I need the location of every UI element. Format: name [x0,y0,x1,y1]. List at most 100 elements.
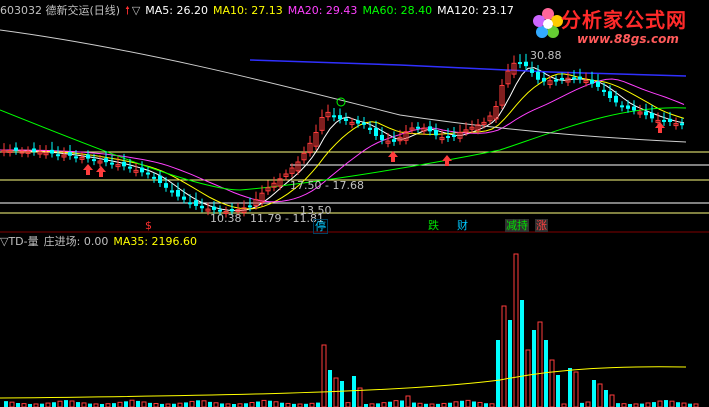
volume-bar [592,380,596,407]
candle-body [152,176,156,179]
candle-body [542,77,546,82]
candle-body [110,162,114,165]
volume-bar [208,401,212,407]
volume-bar [537,321,543,407]
volume-bar [280,402,284,407]
volume-bar [52,402,56,407]
volume-bar [652,402,656,407]
volume-bar [609,394,615,407]
ma35-label: MA35: 2196.60 [113,235,198,248]
volume-bar [388,401,392,407]
candle-body [140,167,144,173]
volume-bar [568,368,572,407]
candle-body [14,147,18,151]
ma60-line [0,107,687,191]
flower-logo-icon [533,8,563,38]
candle-body [662,119,666,122]
volume-bar [333,377,339,407]
volume-bar [460,400,464,407]
badge-rise[interactable]: 涨 [535,219,548,232]
range-label-1: 17.50 - 17.68 [290,179,364,192]
volume-bar [676,402,680,407]
volume-bar [256,401,260,407]
volume-bar [688,403,692,407]
volume-bar [580,402,584,407]
volume-bar [405,395,411,407]
candle-body [164,183,168,188]
candle-body [92,159,96,162]
candlestick-chart[interactable] [0,0,709,407]
candle-body [536,71,540,80]
badge-finance[interactable]: 财 [456,219,469,232]
volume-bar [544,340,548,407]
buy-arrow-icon [442,155,452,166]
volume-bar [4,401,8,407]
range-label-3: 13.50 [300,204,332,217]
volume-bar [664,400,668,407]
candle-body [50,149,54,154]
candle-body [644,111,648,116]
volume-bar [273,401,279,407]
volume-bar [417,402,423,407]
volume-bar [352,376,356,407]
volume-bar [453,401,459,407]
candle-body [416,126,420,129]
volume-bar [549,359,555,407]
volume-bar [484,403,488,407]
badge-reduce[interactable]: 减持 [505,219,529,232]
volume-title[interactable]: ▽TD-量 [0,235,39,248]
volume-bar [249,401,255,407]
volume-bar [261,399,267,407]
buy-arrow-icon [96,166,106,177]
stock-chart-window: 603032 德新交运(日线) 🠕 ▽ MA5: 26.20 MA10: 27.13 MA… [0,0,709,407]
candle-body [524,61,528,67]
candle-body [608,91,612,98]
candle-body [128,166,132,169]
candle-body [188,202,192,205]
volume-bar [520,300,524,407]
volume-bar [321,344,327,407]
volume-bar [501,305,507,407]
candle-body [380,134,384,141]
volume-header: ▽TD-量 庄进场: 0.00 MA35: 2196.60 [0,235,202,249]
volume-bar [9,401,15,407]
candle-body [620,105,624,108]
candle-body [362,122,366,125]
candle-body [122,161,126,167]
badge-suspend[interactable]: 停 [313,219,328,234]
candle-body [344,118,348,121]
candle-body [368,127,372,130]
volume-bar [441,402,447,407]
candle-body [602,89,606,92]
candle-body [560,77,564,80]
volume-bar [532,330,536,407]
volume-bar [213,402,219,407]
watermark-title: 分析家公式网 [561,8,687,32]
volume-bar [81,402,87,407]
volume-bar [376,403,380,407]
volume-bar [112,403,116,407]
volume-bar [88,403,92,407]
volume-bar [57,400,63,407]
watermark-url: www.88gs.com [577,32,679,46]
volume-bar [153,403,159,407]
candle-body [32,148,36,152]
volume-bar [645,402,651,407]
zhuang-label: 庄进场: 0.00 [43,235,109,248]
candle-body [614,95,618,103]
volume-bar [16,403,20,407]
candle-body [104,158,108,163]
candle-body [332,115,336,118]
volume-bar [556,375,560,407]
volume-bar [220,403,224,407]
volume-bar [309,402,315,407]
volume-bar [448,402,452,407]
volume-bar [124,401,128,407]
candle-body [74,156,78,159]
long-ma-line [249,59,687,77]
volume-bar [177,402,183,407]
candle-body [392,139,396,142]
badge-fall[interactable]: 跌 [427,219,440,232]
volume-bar [393,400,399,407]
candle-body [56,154,60,157]
